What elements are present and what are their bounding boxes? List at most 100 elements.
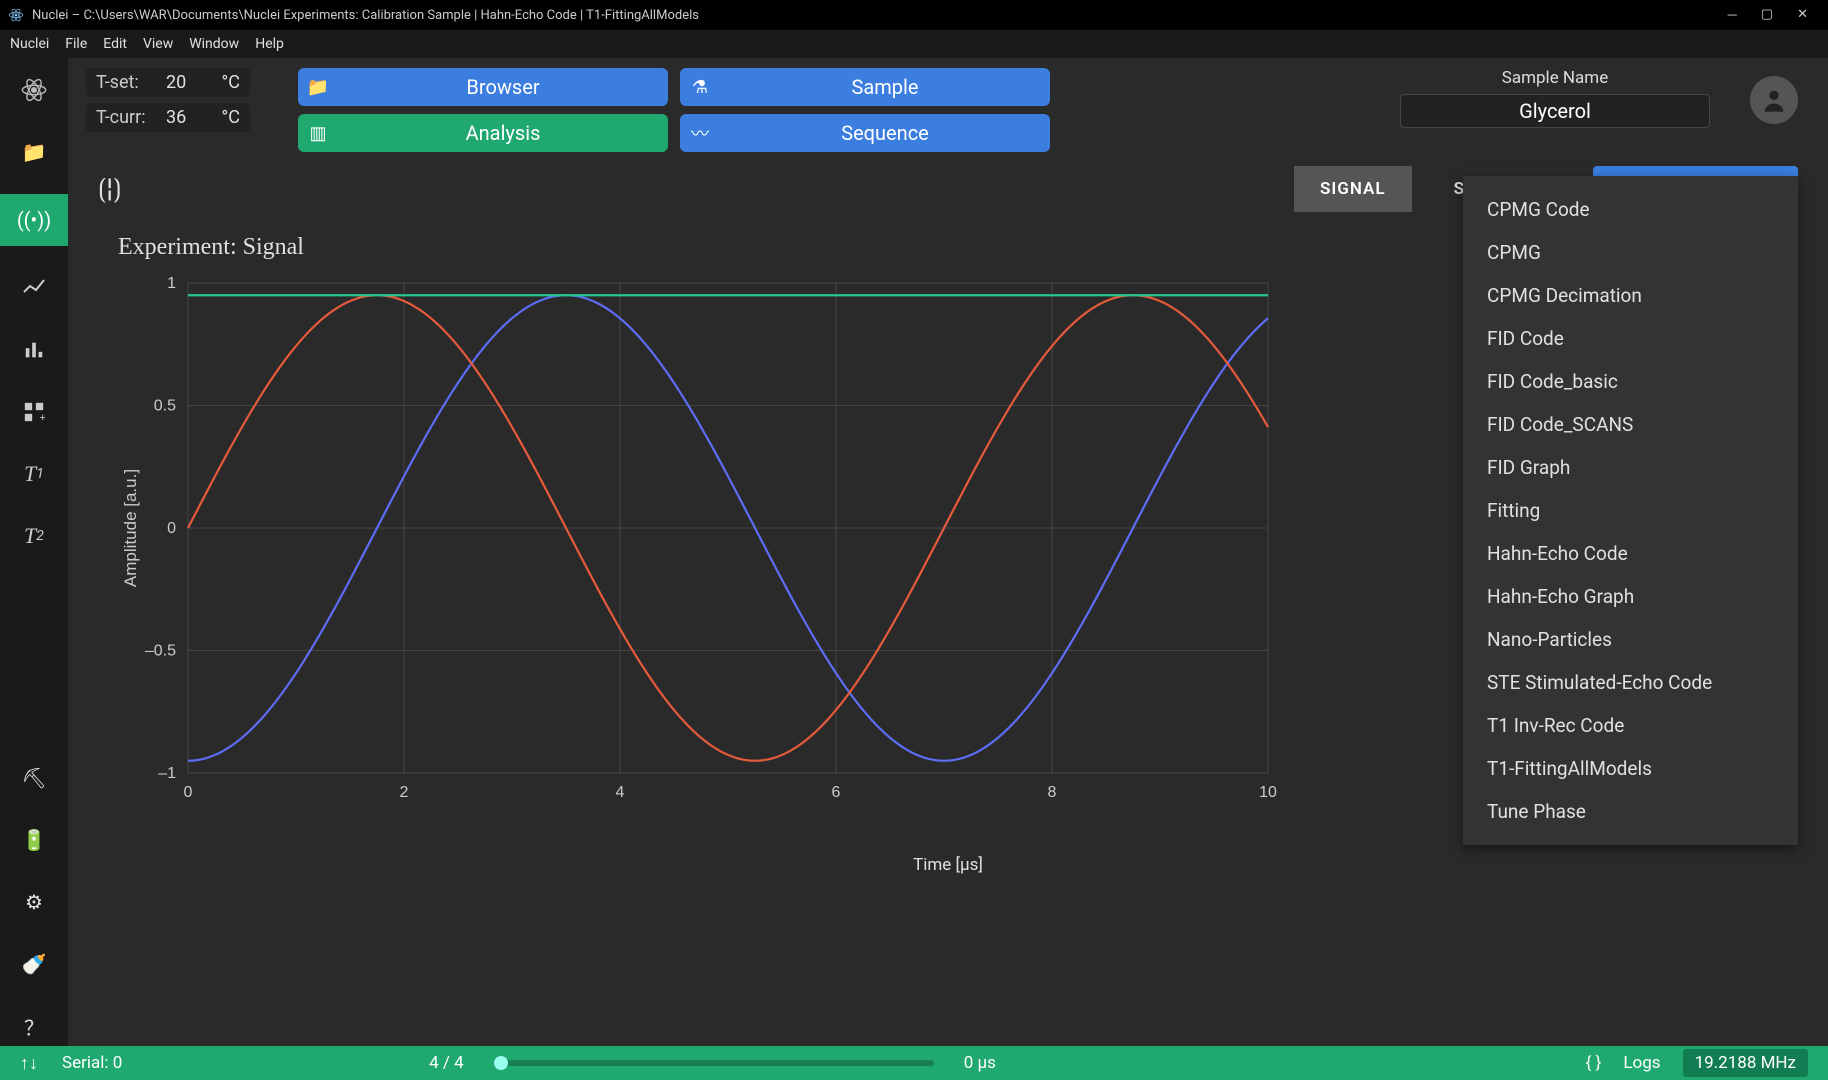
sidebar-folder[interactable]: 📁	[14, 132, 54, 172]
folder-icon: 📁	[22, 140, 47, 164]
svg-text:–0.5: –0.5	[145, 643, 176, 660]
preset-item[interactable]: Hahn-Echo Code	[1463, 532, 1798, 575]
preset-item[interactable]: CPMG Decimation	[1463, 274, 1798, 317]
svg-text:1: 1	[167, 275, 176, 292]
svg-text:6: 6	[832, 784, 841, 801]
status-progress: 4 / 4	[429, 1053, 464, 1073]
sidebar-help[interactable]: ？	[14, 1006, 54, 1046]
sidebar-baby[interactable]: 🍼	[14, 944, 54, 984]
sidebar-battery[interactable]: 🔋	[14, 820, 54, 860]
signal-plot[interactable]: 0 2 4 6 8 10 –1 –0.5 0 0.5 1 Amplitude [a.u.]	[118, 273, 1298, 833]
braces-icon[interactable]: { }	[1586, 1053, 1602, 1073]
preset-item[interactable]: T1 Inv-Rec Code	[1463, 704, 1798, 747]
preset-item[interactable]: T1-FittingAllModels	[1463, 747, 1798, 790]
svg-text:+: +	[40, 412, 46, 423]
align-icon[interactable]: ⟮¦⟯	[98, 174, 122, 205]
svg-text:0: 0	[167, 520, 176, 537]
preset-item[interactable]: Fitting	[1463, 489, 1798, 532]
sidebar: 📁 ((•)) + T1 T2 ⛏ 🔋 ⚙ 🍼 ？	[0, 58, 68, 1046]
preset-item[interactable]: Nano-Particles	[1463, 618, 1798, 661]
sample-name-label: Sample Name	[1502, 68, 1608, 88]
maximize-button[interactable]: ▢	[1761, 7, 1773, 23]
tab-signal[interactable]: SIGNAL	[1294, 166, 1412, 212]
signal-icon: ((•))	[17, 208, 51, 232]
sidebar-bars[interactable]	[14, 330, 54, 370]
sidebar-line[interactable]	[14, 268, 54, 308]
sidebar-settings[interactable]: ⚙	[14, 882, 54, 922]
svg-text:8: 8	[1048, 784, 1057, 801]
x-axis-label: Time [µs]	[118, 855, 1778, 875]
menu-nuclei[interactable]: Nuclei	[10, 36, 49, 52]
svg-text:0.5: 0.5	[154, 398, 176, 415]
chart-icon: ▥	[298, 123, 338, 144]
status-frequency: 19.2188 MHz	[1683, 1049, 1808, 1077]
stroller-icon: 🍼	[22, 952, 47, 976]
svg-text:10: 10	[1259, 784, 1277, 801]
preset-item[interactable]: CPMG Code	[1463, 188, 1798, 231]
temp-set-value: 20	[166, 72, 200, 93]
user-avatar[interactable]	[1750, 76, 1798, 124]
temp-curr: T-curr: 36 °C	[86, 103, 250, 132]
temp-set-unit: °C	[210, 72, 240, 93]
flask-icon: ⚗	[680, 77, 720, 98]
preset-item[interactable]: CPMG	[1463, 231, 1798, 274]
nav-sample-label: Sample	[720, 75, 1050, 99]
temp-curr-unit: °C	[210, 107, 240, 128]
nav-analysis-button[interactable]: ▥Analysis	[298, 114, 668, 152]
dig-icon: ⛏	[21, 766, 46, 790]
sidebar-tools[interactable]: ⛏	[14, 758, 54, 798]
nav-browser-button[interactable]: 📁Browser	[298, 68, 668, 106]
temp-curr-value: 36	[166, 107, 200, 128]
window-title: Nuclei – C:\Users\WAR\Documents\Nuclei E…	[32, 8, 1728, 23]
preset-item[interactable]: Tune Phase	[1463, 790, 1798, 833]
svg-text:0: 0	[184, 784, 193, 801]
close-button[interactable]: ✕	[1797, 7, 1808, 23]
wave-icon: 〰	[680, 120, 720, 146]
nav-sequence-button[interactable]: 〰Sequence	[680, 114, 1050, 152]
menu-help[interactable]: Help	[255, 36, 284, 52]
status-bar: ↑↓ Serial: 0 4 / 4 0 µs { } Logs 19.2188…	[0, 1046, 1828, 1080]
sample-name-input[interactable]	[1400, 94, 1710, 128]
battery-icon: 🔋	[22, 828, 47, 852]
preset-menu: CPMG CodeCPMGCPMG DecimationFID CodeFID …	[1463, 176, 1798, 845]
sync-icon[interactable]: ↑↓	[20, 1053, 38, 1074]
status-time: 0 µs	[964, 1053, 996, 1073]
menu-edit[interactable]: Edit	[103, 36, 127, 52]
help-icon: ？	[24, 1012, 44, 1041]
preset-item[interactable]: Hahn-Echo Graph	[1463, 575, 1798, 618]
minimize-button[interactable]: ─	[1728, 7, 1737, 23]
sidebar-signal[interactable]: ((•))	[0, 194, 68, 246]
menubar: Nuclei File Edit View Window Help	[0, 30, 1828, 58]
progress-track[interactable]	[494, 1060, 934, 1066]
temp-set-label: T-set:	[96, 72, 156, 93]
titlebar: Nuclei – C:\Users\WAR\Documents\Nuclei E…	[0, 0, 1828, 30]
menu-file[interactable]: File	[65, 36, 87, 52]
nav-browser-label: Browser	[338, 75, 668, 99]
preset-item[interactable]: STE Stimulated-Echo Code	[1463, 661, 1798, 704]
preset-item[interactable]: FID Graph	[1463, 446, 1798, 489]
svg-text:Amplitude [a.u.]: Amplitude [a.u.]	[121, 469, 140, 587]
menu-view[interactable]: View	[143, 36, 173, 52]
svg-text:4: 4	[616, 784, 625, 801]
sidebar-t1[interactable]: T1	[14, 454, 54, 494]
menu-window[interactable]: Window	[189, 36, 239, 52]
nav-sequence-label: Sequence	[720, 121, 1050, 145]
sidebar-t2[interactable]: T2	[14, 516, 54, 556]
folder-icon: 📁	[298, 77, 338, 98]
status-serial: Serial: 0	[62, 1053, 122, 1073]
sidebar-atom[interactable]	[14, 70, 54, 110]
status-logs[interactable]: Logs	[1623, 1053, 1660, 1073]
svg-text:2: 2	[400, 784, 409, 801]
temp-set[interactable]: T-set: 20 °C	[86, 68, 250, 97]
preset-item[interactable]: FID Code_SCANS	[1463, 403, 1798, 446]
preset-item[interactable]: FID Code	[1463, 317, 1798, 360]
preset-item[interactable]: FID Code_basic	[1463, 360, 1798, 403]
gear-icon: ⚙	[25, 890, 43, 914]
svg-text:–1: –1	[158, 765, 176, 782]
top-toolbar: T-set: 20 °C T-curr: 36 °C 📁Browser ⚗Sam…	[68, 58, 1828, 162]
nav-analysis-label: Analysis	[338, 121, 668, 145]
app-icon	[8, 7, 24, 23]
nav-sample-button[interactable]: ⚗Sample	[680, 68, 1050, 106]
temp-curr-label: T-curr:	[96, 107, 156, 128]
sidebar-apps[interactable]: +	[14, 392, 54, 432]
